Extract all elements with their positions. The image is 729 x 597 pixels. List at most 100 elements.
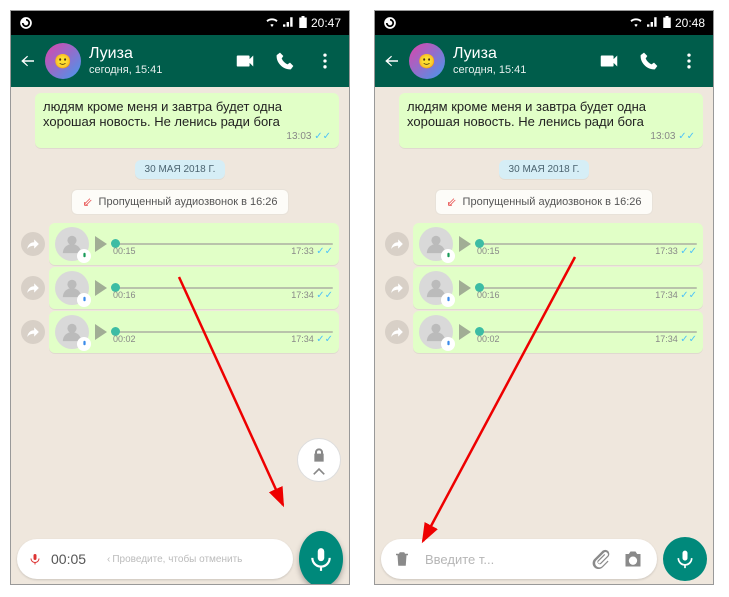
missed-call-label: Пропущенный аудиозвонок в 16:26: [463, 196, 642, 208]
contact-sub: сегодня, 15:41: [89, 64, 221, 77]
forward-button[interactable]: [385, 232, 409, 256]
audio-track[interactable]: 00:15 17:33 ✓✓: [477, 232, 697, 256]
voice-message[interactable]: 00:0217:34 ✓✓: [413, 311, 703, 353]
audio-track[interactable]: 00:16 17:34 ✓✓: [477, 276, 697, 300]
play-button[interactable]: [459, 236, 471, 252]
voice-message-row: 00:02 17:34 ✓✓: [21, 311, 339, 353]
phone-left: 20:47 🙂 Луиза сегодня, 15:41 людям кроме…: [10, 10, 350, 585]
voice-call-button[interactable]: [633, 51, 665, 71]
voice-message[interactable]: 00:16 17:34 ✓✓: [49, 267, 339, 309]
play-button[interactable]: [459, 280, 471, 296]
voice-message-row: 00:15 17:33 ✓✓: [385, 223, 703, 265]
contact-title[interactable]: Луиза сегодня, 15:41: [453, 45, 585, 76]
audio-track[interactable]: 00:0217:34 ✓✓: [477, 320, 697, 344]
status-bar: 20:47: [11, 11, 349, 35]
battery-icon: [663, 16, 671, 31]
video-call-button[interactable]: [229, 50, 261, 72]
audio-track[interactable]: 00:16 17:34 ✓✓: [113, 276, 333, 300]
signal-icon: [283, 16, 295, 30]
forward-button[interactable]: [21, 276, 45, 300]
contact-name: Луиза: [453, 45, 585, 63]
back-button[interactable]: [383, 51, 401, 71]
forward-button[interactable]: [385, 276, 409, 300]
sender-avatar-icon: [419, 315, 453, 349]
missed-call-label: Пропущенный аудиозвонок в 16:26: [99, 196, 278, 208]
voice-message[interactable]: 00:1517:33 ✓✓: [49, 223, 339, 265]
app-badge-icon: [383, 16, 397, 30]
play-button[interactable]: [459, 324, 471, 340]
sender-avatar-icon: [55, 315, 89, 349]
trash-button[interactable]: [393, 550, 415, 568]
attach-button[interactable]: [591, 549, 613, 569]
missed-call-chip[interactable]: ⇙ Пропущенный аудиозвонок в 16:26: [435, 189, 652, 215]
text-message[interactable]: людям кроме меня и завтра будет одна хор…: [399, 93, 703, 148]
voice-message[interactable]: 00:02 17:34 ✓✓: [49, 311, 339, 353]
voice-duration: 00:15: [477, 246, 500, 257]
input-pill[interactable]: Введите т...: [381, 539, 657, 579]
voice-duration: 00:02: [113, 334, 136, 345]
record-button[interactable]: [299, 531, 343, 585]
back-button[interactable]: [19, 51, 37, 71]
voice-duration: 00:16: [113, 290, 136, 301]
phone-right: 20:48 🙂 Луиза сегодня, 15:41 людям кроме…: [374, 10, 714, 585]
status-clock: 20:48: [675, 16, 705, 30]
message-text: людям кроме меня и завтра будет одна хор…: [43, 99, 282, 129]
chat-area[interactable]: людям кроме меня и завтра будет одна хор…: [375, 87, 713, 534]
record-button[interactable]: [663, 537, 707, 581]
message-time: 13:03: [650, 131, 675, 142]
sender-avatar-icon: [419, 271, 453, 305]
read-ticks-icon: ✓✓: [678, 131, 695, 142]
contact-avatar[interactable]: 🙂: [409, 43, 445, 79]
voice-time: 17:34 ✓✓: [291, 334, 333, 345]
mic-badge-icon: [441, 337, 455, 351]
video-call-button[interactable]: [593, 50, 625, 72]
voice-time: 17:34 ✓✓: [655, 290, 697, 301]
message-input[interactable]: Введите т...: [425, 552, 581, 567]
forward-button[interactable]: [385, 320, 409, 344]
voice-call-button[interactable]: [269, 51, 301, 71]
sender-avatar-icon: [55, 271, 89, 305]
voice-message-row: 00:16 17:34 ✓✓: [21, 267, 339, 309]
play-button[interactable]: [95, 280, 107, 296]
status-bar: 20:48: [375, 11, 713, 35]
contact-sub: сегодня, 15:41: [453, 64, 585, 77]
forward-button[interactable]: [21, 232, 45, 256]
text-message[interactable]: людям кроме меня и завтра будет одна хор…: [35, 93, 339, 148]
forward-button[interactable]: [21, 320, 45, 344]
recording-pill: 00:05 ‹Проведите, чтобы отменить: [17, 539, 293, 579]
audio-track[interactable]: 00:1517:33 ✓✓: [113, 232, 333, 256]
sender-avatar-icon: [55, 227, 89, 261]
status-clock: 20:47: [311, 16, 341, 30]
play-button[interactable]: [95, 236, 107, 252]
voice-time: 17:34 ✓✓: [291, 290, 333, 301]
wifi-icon: [629, 16, 643, 30]
app-badge-icon: [19, 16, 33, 30]
more-button[interactable]: [309, 51, 341, 71]
voice-duration: 00:16: [477, 290, 500, 301]
date-separator: 30 МАЯ 2018 Г.: [135, 160, 226, 179]
chat-header: 🙂 Луиза сегодня, 15:41: [11, 35, 349, 87]
voice-message[interactable]: 00:15 17:33 ✓✓: [413, 223, 703, 265]
mic-badge-icon: [441, 249, 455, 263]
mic-badge-icon: [77, 293, 91, 307]
contact-title[interactable]: Луиза сегодня, 15:41: [89, 45, 221, 76]
contact-name: Луиза: [89, 45, 221, 63]
audio-track[interactable]: 00:02 17:34 ✓✓: [113, 320, 333, 344]
chat-area[interactable]: людям кроме меня и завтра будет одна хор…: [11, 87, 349, 534]
voice-message[interactable]: 00:16 17:34 ✓✓: [413, 267, 703, 309]
missed-call-chip[interactable]: ⇙ Пропущенный аудиозвонок в 16:26: [71, 189, 288, 215]
input-bar-idle: Введите т...: [375, 534, 713, 584]
voice-time: 17:33 ✓✓: [655, 246, 697, 257]
play-button[interactable]: [95, 324, 107, 340]
message-time: 13:03: [286, 131, 311, 142]
missed-call-icon: ⇙: [446, 195, 456, 209]
contact-avatar[interactable]: 🙂: [45, 43, 81, 79]
camera-button[interactable]: [623, 549, 645, 569]
microphone-icon: [308, 546, 334, 572]
voice-duration: 00:02: [477, 334, 500, 345]
more-button[interactable]: [673, 51, 705, 71]
lock-icon: [311, 447, 327, 463]
swipe-cancel-hint: ‹Проведите, чтобы отменить: [107, 554, 242, 565]
missed-call-icon: ⇙: [82, 195, 92, 209]
voice-duration: 00:15: [113, 246, 136, 257]
